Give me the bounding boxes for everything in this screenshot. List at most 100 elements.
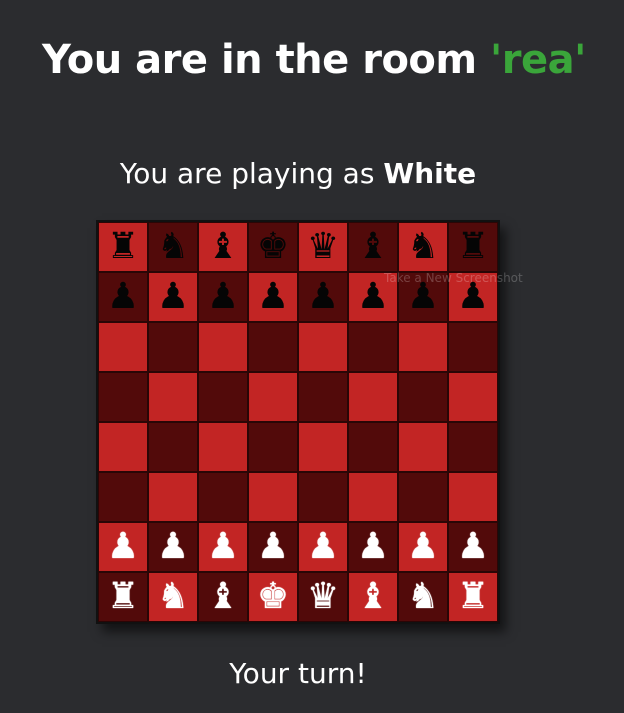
square-d6[interactable]: [248, 322, 298, 372]
white-pawn-icon[interactable]: ♟: [457, 529, 489, 565]
square-c6[interactable]: [198, 322, 248, 372]
square-g3[interactable]: [398, 472, 448, 522]
square-g6[interactable]: [398, 322, 448, 372]
square-h7[interactable]: ♟: [448, 272, 498, 322]
square-h6[interactable]: [448, 322, 498, 372]
square-a6[interactable]: [98, 322, 148, 372]
player-color: White: [383, 157, 477, 190]
white-knight-icon[interactable]: ♞: [407, 579, 439, 615]
square-f8[interactable]: ♝: [348, 222, 398, 272]
black-rook-icon[interactable]: ♜: [107, 229, 139, 265]
square-h2[interactable]: ♟: [448, 522, 498, 572]
square-g4[interactable]: [398, 422, 448, 472]
square-h1[interactable]: ♜: [448, 572, 498, 622]
square-d2[interactable]: ♟: [248, 522, 298, 572]
white-pawn-icon[interactable]: ♟: [407, 529, 439, 565]
square-b6[interactable]: [148, 322, 198, 372]
white-pawn-icon[interactable]: ♟: [107, 529, 139, 565]
white-rook-icon[interactable]: ♜: [107, 579, 139, 615]
white-bishop-icon[interactable]: ♝: [207, 579, 239, 615]
square-h8[interactable]: ♜: [448, 222, 498, 272]
white-pawn-icon[interactable]: ♟: [207, 529, 239, 565]
square-e8[interactable]: ♛: [298, 222, 348, 272]
square-d5[interactable]: [248, 372, 298, 422]
square-b5[interactable]: [148, 372, 198, 422]
square-h4[interactable]: [448, 422, 498, 472]
square-c5[interactable]: [198, 372, 248, 422]
white-queen-icon[interactable]: ♛: [307, 579, 339, 615]
square-a8[interactable]: ♜: [98, 222, 148, 272]
black-bishop-icon[interactable]: ♝: [357, 229, 389, 265]
square-g2[interactable]: ♟: [398, 522, 448, 572]
white-king-icon[interactable]: ♚: [257, 579, 289, 615]
square-h5[interactable]: [448, 372, 498, 422]
square-e2[interactable]: ♟: [298, 522, 348, 572]
white-pawn-icon[interactable]: ♟: [357, 529, 389, 565]
square-e3[interactable]: [298, 472, 348, 522]
square-f6[interactable]: [348, 322, 398, 372]
square-b3[interactable]: [148, 472, 198, 522]
square-c8[interactable]: ♝: [198, 222, 248, 272]
white-rook-icon[interactable]: ♜: [457, 579, 489, 615]
square-e4[interactable]: [298, 422, 348, 472]
square-e7[interactable]: ♟: [298, 272, 348, 322]
square-b2[interactable]: ♟: [148, 522, 198, 572]
square-g5[interactable]: [398, 372, 448, 422]
square-c4[interactable]: [198, 422, 248, 472]
square-b4[interactable]: [148, 422, 198, 472]
square-h3[interactable]: [448, 472, 498, 522]
black-pawn-icon[interactable]: ♟: [257, 279, 289, 315]
square-c1[interactable]: ♝: [198, 572, 248, 622]
white-pawn-icon[interactable]: ♟: [157, 529, 189, 565]
square-e5[interactable]: [298, 372, 348, 422]
player-color-prefix: You are playing as: [119, 157, 384, 190]
square-d4[interactable]: [248, 422, 298, 472]
square-c3[interactable]: [198, 472, 248, 522]
room-title-prefix: You are in the room: [42, 37, 491, 83]
chess-board[interactable]: ♜ ♞ ♝ ♚ ♛ ♝ ♞ ♜ ♟ ♟ ♟ ♟ ♟ ♟ ♟ ♟ ♟ ♟ ♟ ♟ ♟ ♟ ♟ ♟ ♜ ♞ ♝ ♚ ♛ ♝ ♞ ♜: [96, 220, 500, 624]
square-f5[interactable]: [348, 372, 398, 422]
square-f2[interactable]: ♟: [348, 522, 398, 572]
square-g8[interactable]: ♞: [398, 222, 448, 272]
square-e6[interactable]: [298, 322, 348, 372]
square-f4[interactable]: [348, 422, 398, 472]
square-b7[interactable]: ♟: [148, 272, 198, 322]
black-pawn-icon[interactable]: ♟: [107, 279, 139, 315]
black-knight-icon[interactable]: ♞: [407, 229, 439, 265]
square-d1[interactable]: ♚: [248, 572, 298, 622]
black-pawn-icon[interactable]: ♟: [157, 279, 189, 315]
square-c7[interactable]: ♟: [198, 272, 248, 322]
square-g1[interactable]: ♞: [398, 572, 448, 622]
square-d3[interactable]: [248, 472, 298, 522]
square-a1[interactable]: ♜: [98, 572, 148, 622]
square-a2[interactable]: ♟: [98, 522, 148, 572]
black-pawn-icon[interactable]: ♟: [407, 279, 439, 315]
black-king-icon[interactable]: ♚: [257, 229, 289, 265]
square-f1[interactable]: ♝: [348, 572, 398, 622]
square-c2[interactable]: ♟: [198, 522, 248, 572]
square-f3[interactable]: [348, 472, 398, 522]
square-d7[interactable]: ♟: [248, 272, 298, 322]
square-e1[interactable]: ♛: [298, 572, 348, 622]
white-bishop-icon[interactable]: ♝: [357, 579, 389, 615]
square-f7[interactable]: ♟: [348, 272, 398, 322]
white-pawn-icon[interactable]: ♟: [257, 529, 289, 565]
square-a7[interactable]: ♟: [98, 272, 148, 322]
square-d8[interactable]: ♚: [248, 222, 298, 272]
white-pawn-icon[interactable]: ♟: [307, 529, 339, 565]
black-knight-icon[interactable]: ♞: [157, 229, 189, 265]
black-pawn-icon[interactable]: ♟: [357, 279, 389, 315]
black-pawn-icon[interactable]: ♟: [307, 279, 339, 315]
black-pawn-icon[interactable]: ♟: [457, 279, 489, 315]
square-g7[interactable]: ♟: [398, 272, 448, 322]
square-a5[interactable]: [98, 372, 148, 422]
black-pawn-icon[interactable]: ♟: [207, 279, 239, 315]
square-b1[interactable]: ♞: [148, 572, 198, 622]
black-queen-icon[interactable]: ♛: [307, 229, 339, 265]
black-bishop-icon[interactable]: ♝: [207, 229, 239, 265]
white-knight-icon[interactable]: ♞: [157, 579, 189, 615]
square-a4[interactable]: [98, 422, 148, 472]
black-rook-icon[interactable]: ♜: [457, 229, 489, 265]
square-a3[interactable]: [98, 472, 148, 522]
square-b8[interactable]: ♞: [148, 222, 198, 272]
